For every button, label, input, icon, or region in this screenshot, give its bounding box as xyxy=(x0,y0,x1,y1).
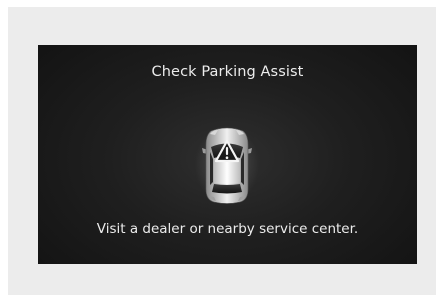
service-message: Visit a dealer or nearby service center. xyxy=(96,221,359,237)
cluster-display: Check Parking Assist Visit a dealer or n… xyxy=(38,45,417,264)
car-top-view-icon xyxy=(195,125,259,205)
